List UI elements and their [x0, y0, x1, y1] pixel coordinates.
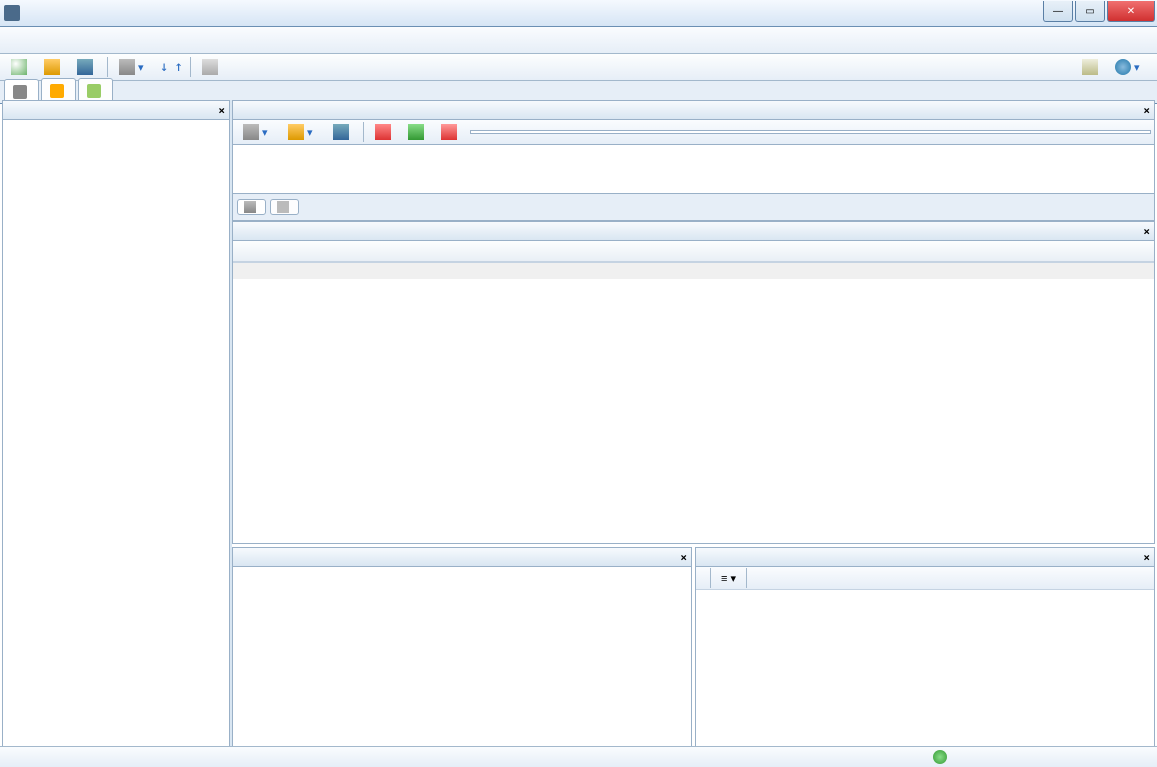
frame-summary-header: ×: [232, 221, 1155, 241]
network-conversations-tree[interactable]: [2, 120, 230, 747]
capture-file-icon: [13, 85, 27, 99]
filter-save-button[interactable]: [326, 121, 359, 143]
frame-summary-close-button[interactable]: ×: [1143, 225, 1150, 238]
save-filter-icon: [333, 124, 349, 140]
filter-verify-button[interactable]: [368, 121, 401, 143]
app-icon: [4, 5, 20, 21]
frame-details-close-button[interactable]: ×: [680, 551, 687, 564]
reassemble-icon: [202, 59, 218, 75]
find-next-down-button[interactable]: ↓: [157, 59, 171, 75]
hex-details-close-button[interactable]: ×: [1143, 551, 1150, 564]
filter-open-button[interactable]: ▾: [281, 121, 326, 143]
open-icon: [288, 124, 304, 140]
options-icon: [1082, 59, 1098, 75]
maximize-button[interactable]: ▭: [1075, 1, 1105, 22]
filter-history-button[interactable]: ▾: [236, 121, 281, 143]
find-icon: [119, 59, 135, 75]
find-button[interactable]: ▾: [112, 56, 157, 78]
help-icon: [1115, 59, 1131, 75]
display-filter-close-button[interactable]: ×: [1143, 104, 1150, 117]
subtab-aliases[interactable]: [270, 199, 299, 215]
status-icon: [933, 750, 947, 764]
frame-details-body[interactable]: [233, 567, 691, 746]
verify-icon: [375, 124, 391, 140]
display-filter-icon: [244, 201, 256, 213]
netconv-close-button[interactable]: ×: [218, 104, 225, 117]
subtab-display-filter[interactable]: [237, 199, 266, 215]
filter-expression-editor[interactable]: [232, 145, 1155, 194]
frame-summary-grid[interactable]: [232, 241, 1155, 544]
save-as-button[interactable]: [70, 56, 103, 78]
remove-icon: [441, 124, 457, 140]
frame-details-header: ×: [233, 548, 691, 567]
filter-apply-button[interactable]: [401, 121, 434, 143]
grid-horizontal-scrollbar[interactable]: [233, 262, 1154, 279]
filter-remove-button[interactable]: [434, 121, 467, 143]
main-toolbar: ▾ ↓ ↑ ▾: [0, 54, 1157, 81]
apply-icon: [408, 124, 424, 140]
statusbar: [0, 746, 1157, 767]
active-filter-field[interactable]: [470, 130, 1151, 134]
display-filter-header: ×: [232, 100, 1155, 120]
new-capture-icon: [11, 59, 27, 75]
open-capture-button[interactable]: [37, 56, 70, 78]
network-conversations-header: ×: [2, 100, 230, 120]
minimize-button[interactable]: —: [1043, 1, 1073, 22]
options-button[interactable]: [1075, 56, 1108, 78]
reassemble-button[interactable]: [195, 56, 228, 78]
columns-button[interactable]: ≡ ▾: [721, 572, 736, 585]
history-icon: [243, 124, 259, 140]
titlebar: — ▭ ✕: [0, 0, 1157, 27]
find-next-up-button[interactable]: ↑: [171, 59, 185, 75]
open-capture-icon: [44, 59, 60, 75]
new-capture-button[interactable]: [4, 56, 37, 78]
how-do-i-button[interactable]: ▾: [1108, 56, 1153, 78]
hex-details-body[interactable]: [696, 590, 1154, 746]
parsers-icon: [87, 84, 101, 98]
start-page-icon: [50, 84, 64, 98]
close-button[interactable]: ✕: [1107, 1, 1155, 22]
hex-details-header: ×: [696, 548, 1154, 567]
menubar: [0, 27, 1157, 54]
aliases-icon: [277, 201, 289, 213]
save-icon: [77, 59, 93, 75]
